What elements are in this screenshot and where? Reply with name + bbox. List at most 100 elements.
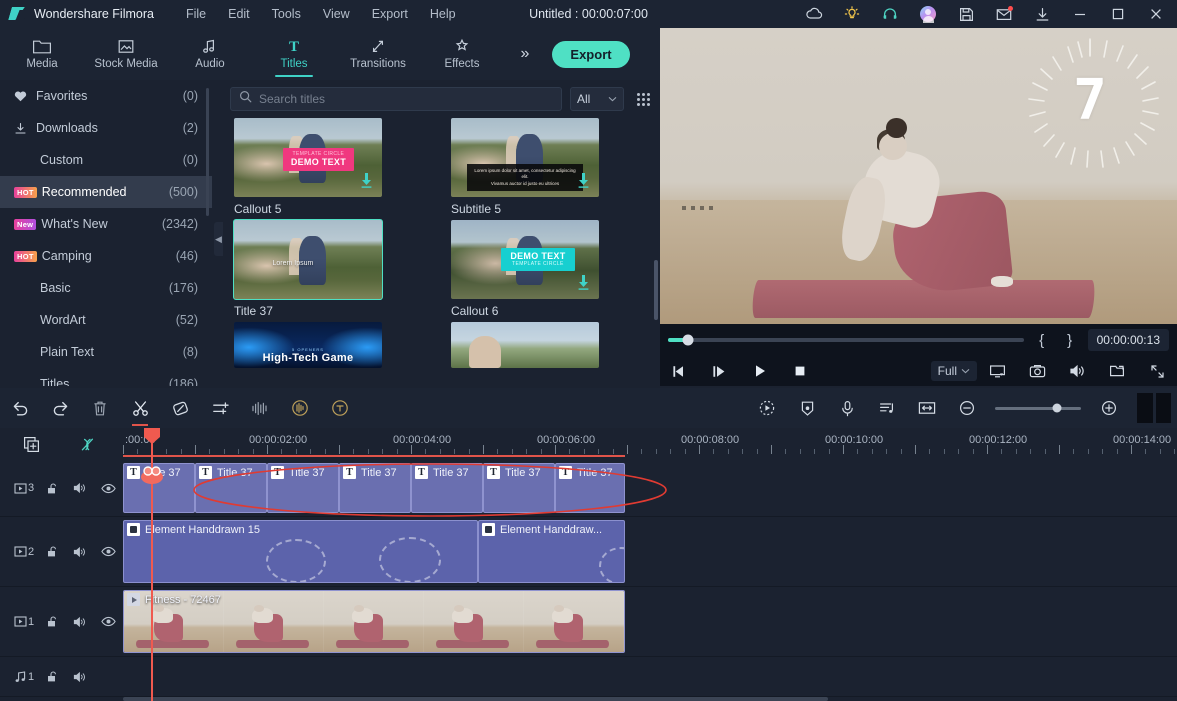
download-icon[interactable] [577, 275, 590, 291]
grid-view-toggle[interactable] [632, 87, 654, 111]
playhead-split-handle[interactable] [140, 466, 164, 484]
sidebar-item-recommended[interactable]: HOT Recommended (500) [0, 176, 212, 208]
template-item[interactable]: DEMO TEXT TEMPLATE CIRCLE Callout 6 [451, 220, 599, 318]
prev-frame-button[interactable] [660, 356, 700, 386]
volume-icon[interactable] [1057, 356, 1097, 386]
track-visibility-icon[interactable] [94, 483, 122, 494]
sidebar-scrollbar[interactable] [206, 88, 209, 216]
template-thumbnail[interactable]: 5 OPENERS High-Tech Game [234, 322, 382, 368]
track-lane[interactable] [123, 657, 1177, 696]
timeline-clip[interactable]: T Title 37 [411, 463, 483, 513]
sidebar-item-camping[interactable]: HOT Camping (46) [0, 240, 212, 272]
tab-effects[interactable]: Effects [420, 28, 504, 80]
template-thumbnail[interactable]: TEMPLATE CIRCLE DEMO TEXT [234, 118, 382, 197]
mail-notification-icon[interactable] [985, 0, 1023, 28]
auto-text-button[interactable] [320, 388, 360, 428]
timeline-clip[interactable]: T Title 37 [483, 463, 555, 513]
timeline-clip[interactable]: T Title 37 [555, 463, 625, 513]
seek-slider[interactable] [668, 334, 1024, 346]
delete-button[interactable] [80, 388, 120, 428]
next-frame-button[interactable] [700, 356, 740, 386]
sidebar-item-custom[interactable]: Custom (0) [0, 144, 212, 176]
sidebar-item-basic[interactable]: Basic (176) [0, 272, 212, 304]
template-item-selected[interactable]: Lorem Ipsum Title 37 [233, 219, 383, 318]
timeline-clip[interactable]: T Title 37 [195, 463, 267, 513]
fullscreen-icon[interactable] [1137, 356, 1177, 386]
zoom-in-button[interactable] [1089, 388, 1129, 428]
track-mute-icon[interactable] [66, 482, 94, 494]
timeline-clip[interactable]: Fitness - 72467 [123, 590, 625, 653]
tab-stock-media[interactable]: Stock Media [84, 28, 168, 80]
more-tabs-chevron-icon[interactable]: » [508, 28, 542, 80]
track-lane[interactable]: Fitness - 72467 [123, 587, 1177, 656]
template-thumbnail[interactable]: DEMO TEXT TEMPLATE CIRCLE [451, 220, 599, 299]
unlink-icon[interactable] [76, 434, 98, 454]
marker-button[interactable] [787, 388, 827, 428]
audio-waveform-button[interactable] [240, 388, 280, 428]
timeline-clip[interactable]: T Title 37 [267, 463, 339, 513]
mark-out-button[interactable]: } [1060, 332, 1080, 349]
mark-in-button[interactable]: { [1032, 332, 1052, 349]
track-lane[interactable]: Element Handdrawn 15 Element Handdraw... [123, 517, 1177, 586]
track-mute-icon[interactable] [66, 616, 94, 628]
fit-timeline-button[interactable] [907, 388, 947, 428]
template-item[interactable]: Lorem ipsum dolor sit amet, consectetur … [451, 118, 599, 216]
sidebar-item-wordart[interactable]: WordArt (52) [0, 304, 212, 336]
download-icon[interactable] [360, 173, 373, 189]
track-mute-icon[interactable] [66, 671, 94, 683]
play-button[interactable] [740, 356, 780, 386]
timeline-clip[interactable]: Element Handdraw... [478, 520, 625, 583]
close-icon[interactable] [1137, 0, 1175, 28]
stop-button[interactable] [780, 356, 820, 386]
zoom-out-button[interactable] [947, 388, 987, 428]
template-thumbnail[interactable]: Lorem Ipsum [233, 219, 383, 300]
menu-item-view[interactable]: View [313, 3, 360, 25]
screen-record-icon[interactable] [977, 356, 1017, 386]
sidebar-item-whats-new[interactable]: New What's New (2342) [0, 208, 212, 240]
lightbulb-icon[interactable] [833, 0, 871, 28]
filter-dropdown[interactable]: All [570, 87, 624, 111]
track-lane[interactable]: T Title 37 T Title 37 T Title 37 T Title… [123, 460, 1177, 516]
template-item[interactable]: TEMPLATE CIRCLE DEMO TEXT Callout 5 [234, 118, 382, 216]
timeline-horizontal-scrollbar[interactable] [123, 697, 828, 701]
playhead-handle[interactable] [142, 428, 162, 444]
add-track-icon[interactable] [20, 434, 42, 454]
track-visibility-icon[interactable] [94, 616, 122, 627]
voiceover-mic-button[interactable] [827, 388, 867, 428]
track-lock-icon[interactable] [38, 615, 66, 628]
color-adjust-button[interactable] [200, 388, 240, 428]
timeline-zoom-slider[interactable] [995, 403, 1081, 413]
headset-support-icon[interactable] [871, 0, 909, 28]
save-icon[interactable] [947, 0, 985, 28]
playhead[interactable] [141, 428, 163, 701]
menu-item-help[interactable]: Help [420, 3, 466, 25]
tab-media[interactable]: Media [0, 28, 84, 80]
timeline-clip[interactable]: Element Handdrawn 15 [123, 520, 478, 583]
search-input[interactable] [259, 92, 553, 106]
quality-dropdown[interactable]: Full [930, 361, 977, 381]
account-avatar-icon[interactable] [909, 0, 947, 28]
maximize-icon[interactable] [1099, 0, 1137, 28]
track-lock-icon[interactable] [38, 670, 66, 683]
menu-item-tools[interactable]: Tools [262, 3, 311, 25]
split-scissors-button[interactable] [120, 388, 160, 428]
snapshot-camera-icon[interactable] [1017, 356, 1057, 386]
track-visibility-icon[interactable] [94, 546, 122, 557]
template-thumbnail[interactable]: Lorem ipsum dolor sit amet, consectetur … [451, 118, 599, 197]
sidebar-item-downloads[interactable]: Downloads (2) [0, 112, 212, 144]
audio-mixer-button[interactable] [867, 388, 907, 428]
template-item[interactable]: 5 OPENERS High-Tech Game [234, 322, 382, 368]
track-mute-icon[interactable] [66, 546, 94, 558]
redo-button[interactable] [40, 388, 80, 428]
browser-scrollbar[interactable] [654, 260, 658, 320]
tab-audio[interactable]: Audio [168, 28, 252, 80]
panel-collapse-handle[interactable]: ◀ [214, 222, 223, 256]
search-box[interactable] [230, 87, 562, 111]
tab-transitions[interactable]: Transitions [336, 28, 420, 80]
audio-ducking-button[interactable] [280, 388, 320, 428]
cloud-icon[interactable] [795, 0, 833, 28]
sidebar-item-titles[interactable]: Titles (186) [0, 368, 212, 386]
crop-button[interactable] [160, 388, 200, 428]
menu-item-export[interactable]: Export [362, 3, 418, 25]
template-item[interactable] [451, 322, 599, 368]
